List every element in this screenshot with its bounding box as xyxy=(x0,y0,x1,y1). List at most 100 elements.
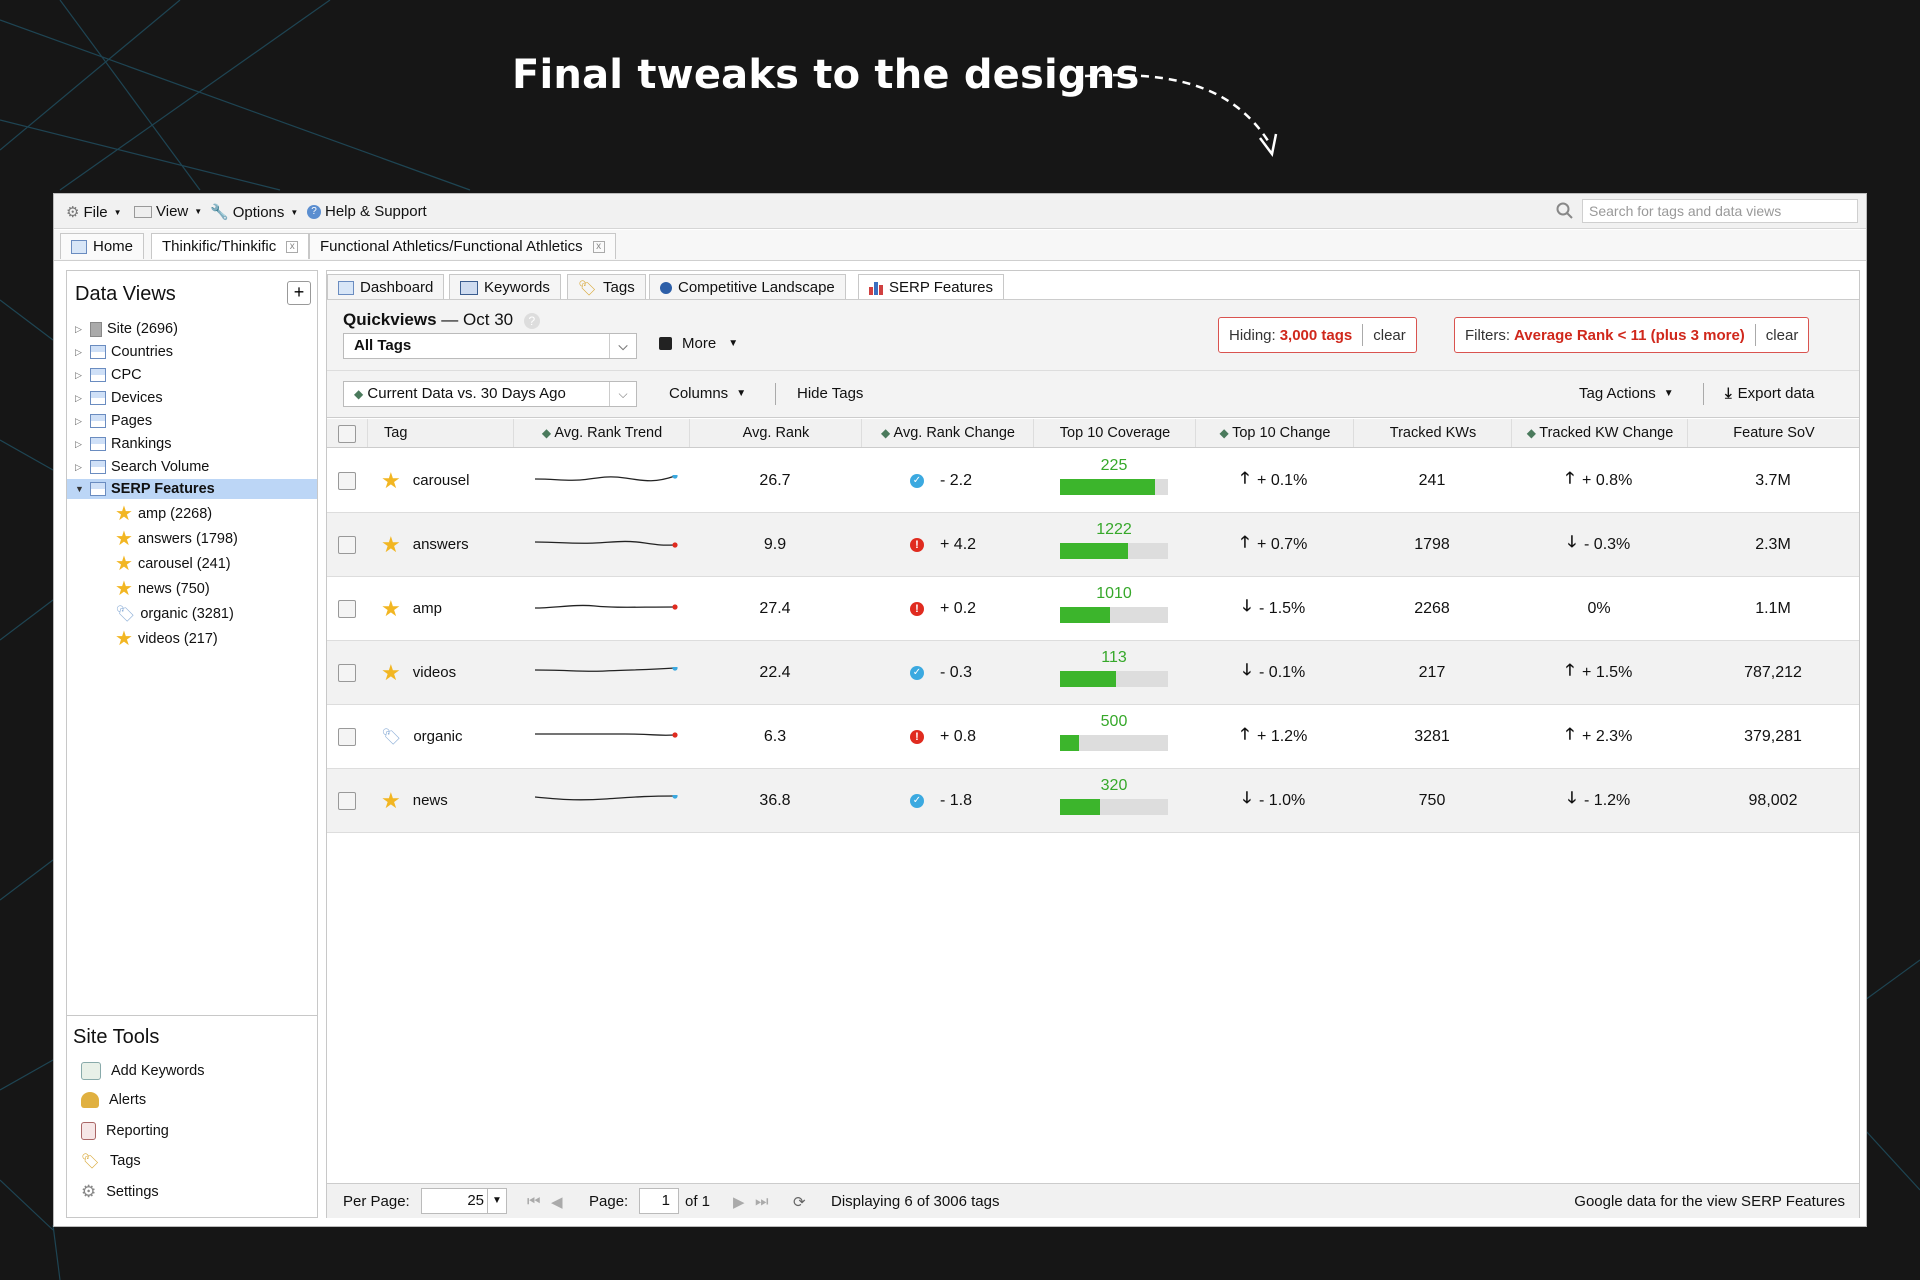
coverage-value: 320 xyxy=(1100,777,1128,794)
clear-hiding-button[interactable]: clear xyxy=(1373,327,1406,344)
more-menu[interactable]: More ▼ xyxy=(659,335,738,352)
clear-filters-button[interactable]: clear xyxy=(1766,327,1799,344)
quickviews-select[interactable]: All Tags ⌵ xyxy=(343,333,637,359)
col-top10-change[interactable]: ◆ Top 10 Change xyxy=(1195,419,1354,447)
row-checkbox[interactable] xyxy=(338,471,356,490)
row-checkbox[interactable] xyxy=(338,535,356,554)
view-menu[interactable]: View ▼ xyxy=(134,203,202,220)
columns-menu[interactable]: Columns ▼ xyxy=(669,385,746,402)
select-all-checkbox[interactable] xyxy=(338,425,356,443)
tab-dashboard[interactable]: Dashboard xyxy=(327,274,445,300)
hide-tags-button[interactable]: Hide Tags xyxy=(797,385,863,402)
check-circle-icon: ✓ xyxy=(910,665,924,680)
tree-item-cpc[interactable]: ▷ CPC xyxy=(75,365,142,385)
table-row[interactable]: ★ videos 22.4 ✓ - 0.3 113 🡓 - 0.1% 217 🡑 + 1.5% 787… xyxy=(327,641,1859,705)
collapse-icon[interactable]: ▼ xyxy=(75,484,85,494)
tab-serp-features[interactable]: SERP Features xyxy=(858,274,1004,300)
ribbon-icon xyxy=(660,281,672,294)
tree-item-carousel[interactable]: ★ carousel (241) xyxy=(115,554,231,574)
tree-item-search-volume[interactable]: ▷ Search Volume xyxy=(75,457,209,477)
tab-thinkific[interactable]: Thinkific/Thinkific x xyxy=(151,233,310,259)
star-icon: ★ xyxy=(381,595,401,621)
prev-page-icon[interactable]: ◀ xyxy=(551,1193,563,1211)
row-checkbox[interactable] xyxy=(338,663,356,682)
page-input[interactable]: 1 xyxy=(639,1188,679,1214)
next-page-icon[interactable]: ▶ xyxy=(733,1193,745,1211)
per-page-select[interactable]: 25 xyxy=(421,1188,493,1214)
expand-icon[interactable]: ▷ xyxy=(75,462,85,473)
col-top10-coverage[interactable]: Top 10 Coverage xyxy=(1033,419,1196,447)
tree-item-organic[interactable]: 🏷 organic (3281) xyxy=(115,604,234,624)
alerts-link[interactable]: Alerts xyxy=(81,1092,146,1108)
tree-item-site[interactable]: ▷ Site (2696) xyxy=(75,319,178,339)
close-icon[interactable]: x xyxy=(286,240,299,253)
col-tag[interactable]: Tag xyxy=(367,419,513,447)
tags-link[interactable]: 🏷 Tags xyxy=(81,1152,141,1170)
tree-item-devices[interactable]: ▷ Devices xyxy=(75,388,163,408)
file-menu[interactable]: ⚙ File ▼ xyxy=(66,203,122,222)
tree-item-rankings[interactable]: ▷ Rankings xyxy=(75,434,171,454)
row-checkbox[interactable] xyxy=(338,599,356,618)
col-avg-rank-trend[interactable]: ◆ Avg. Rank Trend xyxy=(513,419,690,447)
tab-keywords[interactable]: Keywords xyxy=(449,274,561,300)
add-keywords-link[interactable]: Add Keywords xyxy=(81,1062,205,1080)
tree-item-news[interactable]: ★ news (750) xyxy=(115,579,210,599)
gear-icon: ⚙ xyxy=(81,1182,97,1201)
close-icon[interactable]: x xyxy=(592,240,605,253)
tree-item-answers[interactable]: ★ answers (1798) xyxy=(115,529,238,549)
window-tabs: Home Thinkific/Thinkific x Functional At… xyxy=(54,230,1866,261)
table-row[interactable]: 🏷 organic 6.3! + 0.8 500 🡑 + 1.2% 3281 🡑 + 2.3% 37… xyxy=(327,705,1859,769)
sparkline xyxy=(535,794,678,800)
tab-functional-athletics[interactable]: Functional Athletics/Functional Athletic… xyxy=(309,233,616,259)
export-data-button[interactable]: ⤓ Export data xyxy=(1725,385,1814,402)
tree-item-serp-features[interactable]: ▼ SERP Features xyxy=(67,479,317,499)
add-data-view-button[interactable]: + xyxy=(287,281,311,305)
tree-item-countries[interactable]: ▷ Countries xyxy=(75,342,173,362)
refresh-icon[interactable]: ⟳ xyxy=(793,1193,806,1211)
tab-home[interactable]: Home xyxy=(60,233,145,259)
expand-icon[interactable]: ▷ xyxy=(75,324,85,335)
col-avg-rank[interactable]: Avg. Rank xyxy=(689,419,862,447)
help-icon[interactable]: ? xyxy=(523,312,540,329)
tag-actions-menu[interactable]: Tag Actions ▼ xyxy=(1579,385,1674,402)
expand-icon[interactable]: ▷ xyxy=(75,370,85,381)
search-input[interactable]: Search for tags and data views xyxy=(1582,199,1858,223)
coverage-bar xyxy=(1060,671,1168,687)
help-support-menu[interactable]: ? Help & Support xyxy=(307,203,427,220)
book-icon xyxy=(460,280,478,295)
tree-item-videos[interactable]: ★ videos (217) xyxy=(115,629,218,649)
last-page-icon[interactable]: ⏭ xyxy=(755,1193,769,1210)
table-row[interactable]: ★ answers 9.9! + 4.2 1222 🡑 + 0.7% 1798 🡓 - 0.3% 2… xyxy=(327,513,1859,577)
col-avg-rank-change[interactable]: ◆ Avg. Rank Change xyxy=(861,419,1034,447)
chevron-down-icon[interactable]: ▼ xyxy=(487,1188,507,1214)
expand-icon[interactable]: ▷ xyxy=(75,439,85,450)
row-checkbox[interactable] xyxy=(338,727,356,746)
expand-icon[interactable]: ▷ xyxy=(75,416,85,427)
row-checkbox[interactable] xyxy=(338,791,356,810)
expand-icon[interactable]: ▷ xyxy=(75,347,85,358)
table-row[interactable]: ★ carousel 26.7 ✓ - 2.2 225 🡑 + 0.1% 241 🡑 + 0.8% 3… xyxy=(327,449,1859,513)
coverage-bar-fill xyxy=(1060,479,1155,495)
expand-icon[interactable]: ▷ xyxy=(75,393,85,404)
displaying-text: Displaying 6 of 3006 tags xyxy=(831,1193,1000,1210)
tracked-kws: 3281 xyxy=(1414,727,1450,745)
table-row[interactable]: ★ news 36.8 ✓ - 1.8 320 🡓 - 1.0% 750 🡓 - 1.2% 98,00… xyxy=(327,769,1859,833)
table-row[interactable]: ★ amp 27.4! + 0.2 1010 🡓 - 1.5% 2268 0% 1.1M xyxy=(327,577,1859,641)
search-icon[interactable] xyxy=(1556,202,1574,220)
tree-item-amp[interactable]: ★ amp (2268) xyxy=(115,504,212,524)
first-page-icon[interactable]: ⏮ xyxy=(527,1193,541,1210)
coverage-bar xyxy=(1060,543,1168,559)
compare-select[interactable]: ◆ Current Data vs. 30 Days Ago ⌵ xyxy=(343,381,637,407)
tab-competitive-landscape[interactable]: Competitive Landscape xyxy=(649,274,846,300)
col-tracked-kw-change[interactable]: ◆ Tracked KW Change xyxy=(1511,419,1688,447)
col-tracked-kws[interactable]: Tracked KWs xyxy=(1353,419,1512,447)
tab-tags[interactable]: 🏷 Tags xyxy=(567,274,646,300)
settings-link[interactable]: ⚙ Settings xyxy=(81,1182,159,1202)
col-feature-sov[interactable]: Feature SoV xyxy=(1687,419,1860,447)
diamond-icon: ◆ xyxy=(354,387,364,401)
arrow-up-icon: 🡑 xyxy=(1240,726,1250,743)
tree-item-pages[interactable]: ▷ Pages xyxy=(75,411,152,431)
options-menu[interactable]: 🔧 Options ▼ xyxy=(210,203,298,222)
tracked-kws: 1798 xyxy=(1414,535,1450,553)
reporting-link[interactable]: Reporting xyxy=(81,1122,169,1140)
